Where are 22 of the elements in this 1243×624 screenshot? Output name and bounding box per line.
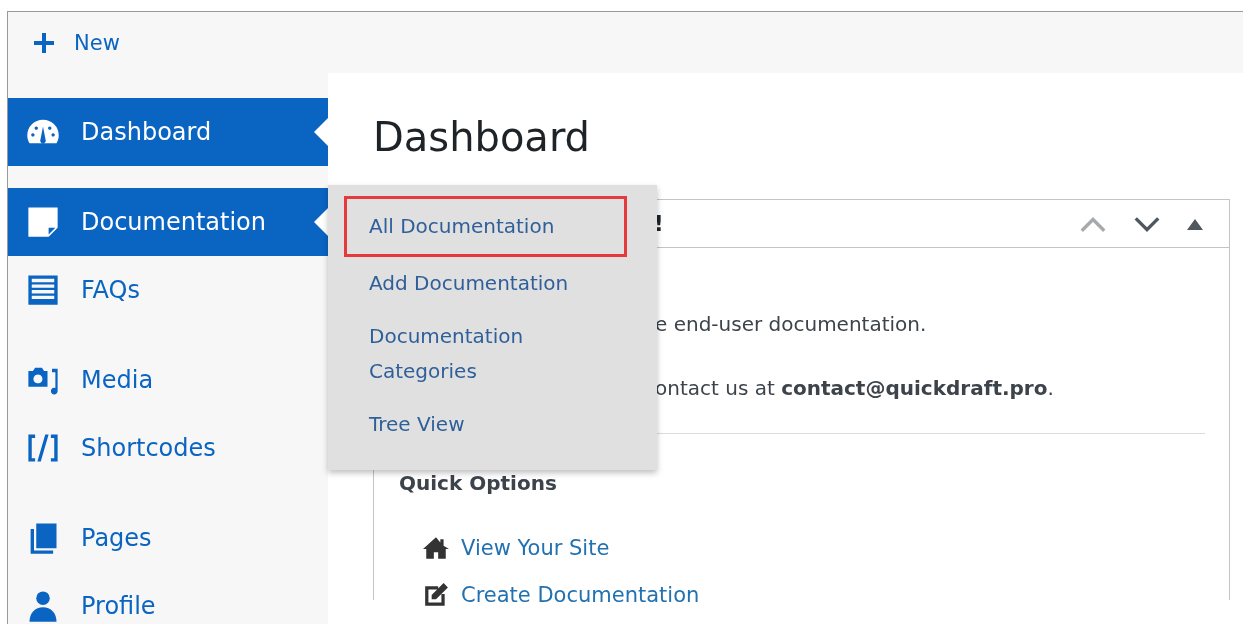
submenu-item[interactable]: Tree View: [344, 398, 627, 451]
sidebar-item[interactable]: Dashboard: [8, 98, 328, 166]
quick-link[interactable]: View Your Site: [461, 535, 610, 560]
sidebar-item[interactable]: Profile: [8, 572, 328, 624]
sidebar-item[interactable]: Media: [8, 346, 328, 414]
new-button[interactable]: New: [30, 26, 122, 59]
submenu-item[interactable]: All Documentation: [344, 196, 627, 257]
edit-icon: [423, 581, 449, 608]
sidebar-item[interactable]: Shortcodes: [8, 414, 328, 482]
submenu-item[interactable]: Documentation Categories: [344, 310, 627, 398]
sidebar-item[interactable]: FAQs: [8, 256, 328, 324]
section-heading: Quick Options: [399, 472, 558, 494]
document-icon: [25, 204, 61, 240]
quick-link[interactable]: Create Documentation: [461, 582, 700, 607]
sidebar-item[interactable]: Pages: [8, 504, 328, 572]
submenu-item[interactable]: Add Documentation: [344, 257, 627, 310]
list-icon: [25, 272, 61, 308]
plus-icon: [32, 30, 56, 55]
panel-title: !: [654, 211, 664, 236]
panel-text: ontact us at contact@quickdraft.pro.: [655, 376, 1054, 400]
page-title: Dashboard: [373, 113, 591, 161]
sidebar-item[interactable]: Documentation: [8, 188, 328, 256]
